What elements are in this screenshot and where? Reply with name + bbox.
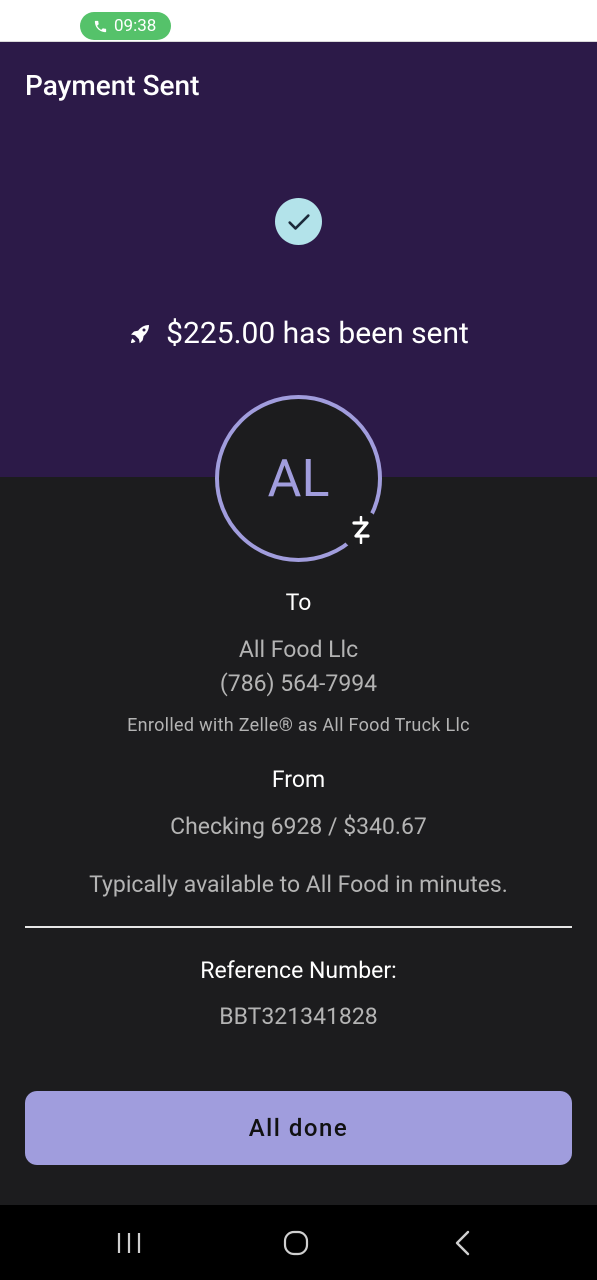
zelle-enrollment-text: Enrolled with Zelle® as All Food Truck L…: [127, 715, 470, 736]
rocket-icon: [131, 324, 150, 343]
phone-icon: [94, 20, 107, 32]
page-title: Payment Sent: [25, 69, 200, 102]
divider: [25, 926, 572, 928]
sent-amount-text: $225.00 has been sent: [166, 316, 469, 351]
reference-number-value: BBT321341828: [219, 1003, 378, 1030]
zelle-badge-icon: [341, 510, 381, 550]
recipient-initials: AL: [267, 448, 330, 509]
reference-number-label: Reference Number:: [200, 957, 397, 984]
call-time: 09:38: [114, 16, 157, 36]
from-label: From: [271, 766, 326, 793]
availability-note: Typically available to All Food in minut…: [89, 871, 508, 898]
recent-apps-button[interactable]: [89, 1205, 169, 1280]
home-icon: [283, 1230, 309, 1255]
sent-message: $225.00 has been sent: [0, 316, 597, 351]
all-done-button[interactable]: All done: [25, 1091, 572, 1165]
home-button[interactable]: [256, 1205, 336, 1280]
system-navigation-bar: [0, 1205, 597, 1280]
to-label: To: [285, 589, 312, 616]
recent-apps-icon: [117, 1232, 141, 1253]
back-icon: [455, 1230, 470, 1255]
source-account: Checking 6928 / $340.67: [170, 813, 427, 840]
status-bar: 09:38: [0, 0, 597, 42]
recipient-name: All Food Llc: [238, 636, 359, 663]
ongoing-call-pill[interactable]: 09:38: [80, 12, 171, 40]
recipient-phone: (786) 564-7994: [219, 670, 378, 697]
back-button[interactable]: [423, 1205, 503, 1280]
success-check-icon: [275, 198, 322, 245]
